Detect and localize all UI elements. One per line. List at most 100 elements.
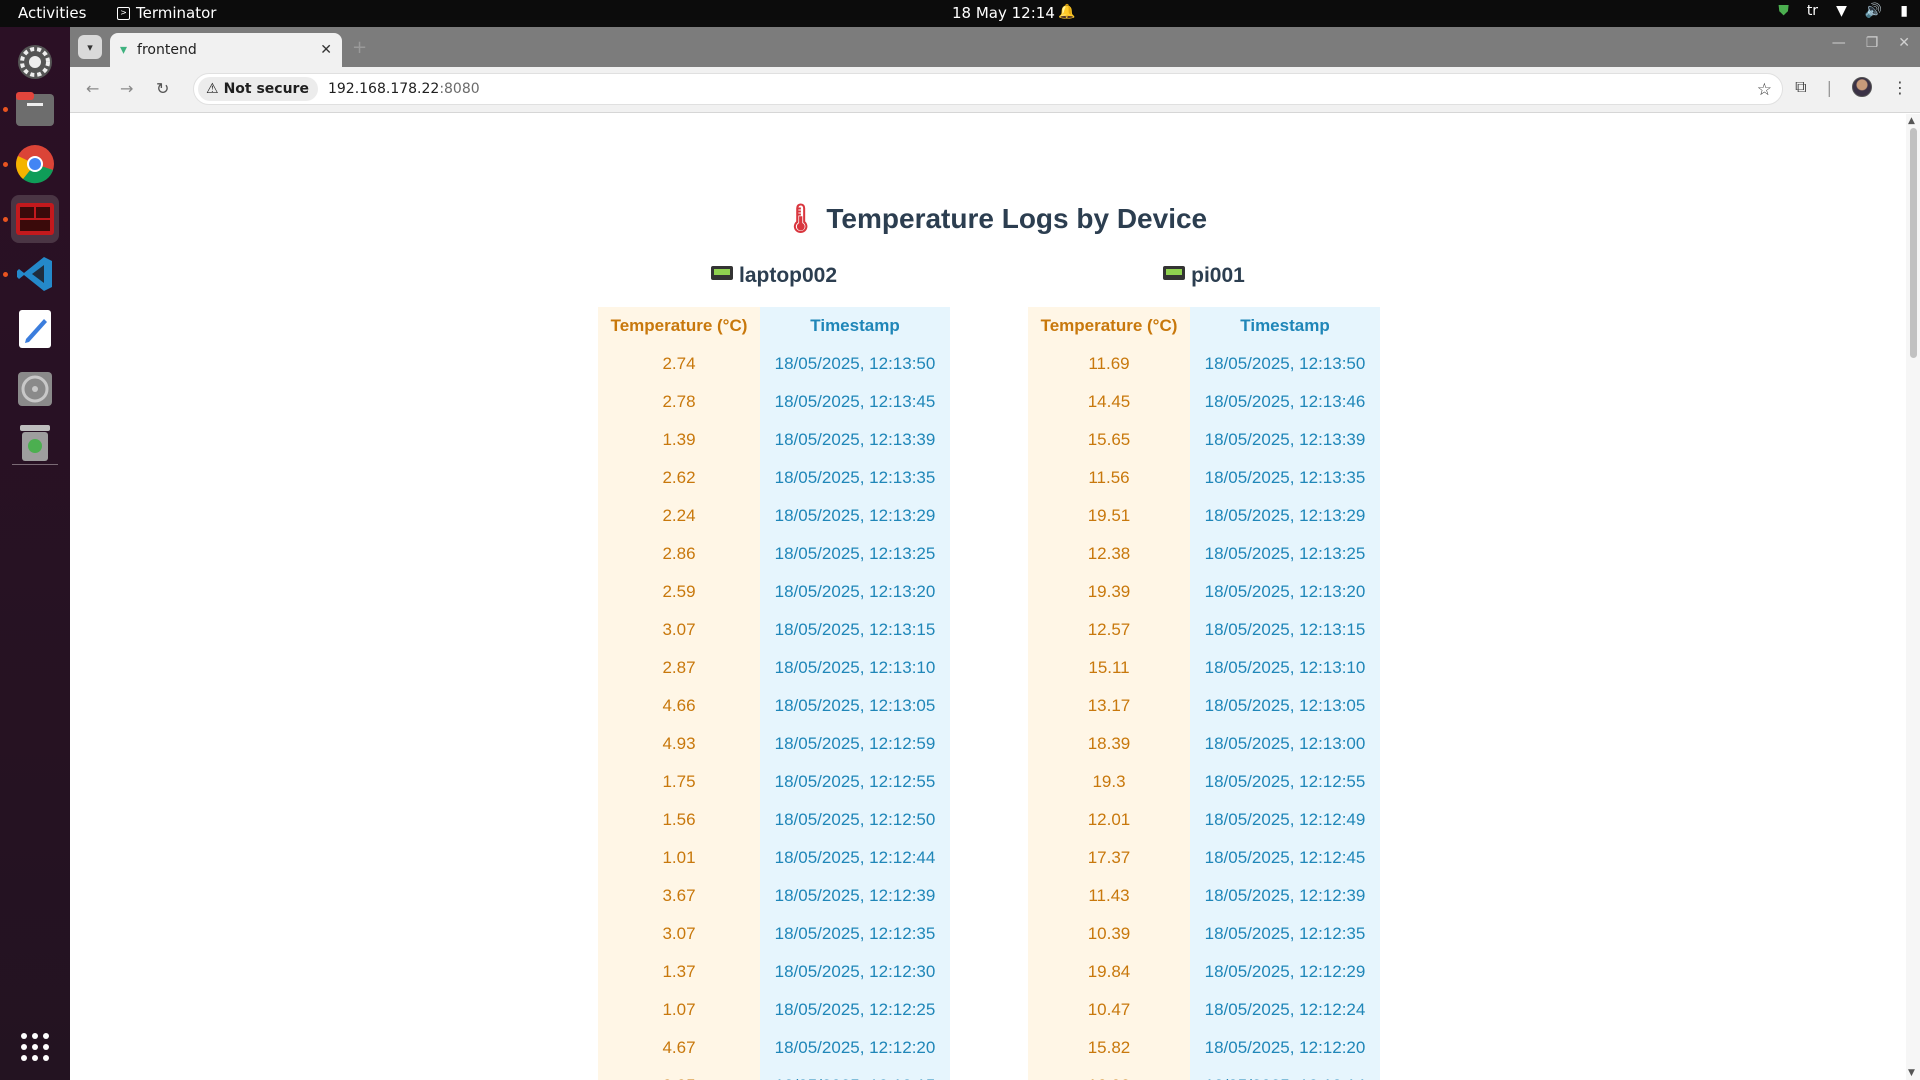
timestamp-cell: 18/05/2025, 12:12:35 <box>1190 915 1380 953</box>
forward-icon[interactable]: → <box>120 79 133 98</box>
temperature-cell: 11.69 <box>1028 345 1190 383</box>
battery-icon[interactable]: ▮ <box>1900 3 1908 19</box>
table-row: 11.56 18/05/2025, 12:13:35 <box>1028 459 1380 497</box>
bookmark-star-icon[interactable]: ☆ <box>1757 80 1772 100</box>
temperature-cell: 19.51 <box>1028 497 1190 535</box>
tab-close-icon[interactable]: ✕ <box>320 42 332 58</box>
device-section-laptop002: laptop002 Temperature (°C) Timestamp 2.7… <box>598 264 950 1080</box>
extensions-icon[interactable]: ⧉ <box>1795 77 1806 97</box>
profile-avatar[interactable] <box>1852 77 1872 97</box>
system-tray[interactable]: ⛊ tr ▼ 🔊 ▮ <box>1778 3 1908 19</box>
table-row: 11.69 18/05/2025, 12:13:50 <box>1028 345 1380 383</box>
temperature-cell: 1.07 <box>598 991 760 1029</box>
table-row: 19.39 18/05/2025, 12:13:20 <box>1028 573 1380 611</box>
chrome-icon[interactable] <box>11 140 59 188</box>
timestamp-cell: 18/05/2025, 12:12:39 <box>760 877 950 915</box>
table-row: 19.84 18/05/2025, 12:12:29 <box>1028 953 1380 991</box>
temperature-table: Temperature (°C) Timestamp 11.69 18/05/20… <box>1028 307 1380 1080</box>
settings-icon[interactable] <box>11 38 59 86</box>
table-row: 18.39 18/05/2025, 12:13:00 <box>1028 725 1380 763</box>
keyboard-layout[interactable]: tr <box>1807 3 1818 19</box>
timestamp-cell: 18/05/2025, 12:13:39 <box>760 421 950 459</box>
timestamp-cell: 18/05/2025, 12:13:39 <box>1190 421 1380 459</box>
device-section-pi001: pi001 Temperature (°C) Timestamp 11.69 18… <box>1028 264 1380 1080</box>
tab-search-button[interactable]: ▾ <box>78 35 102 59</box>
temperature-cell: 11.43 <box>1028 877 1190 915</box>
trash-icon[interactable] <box>11 419 59 467</box>
table-row: 1.75 18/05/2025, 12:12:55 <box>598 763 950 801</box>
wifi-icon[interactable]: ▼ <box>1836 3 1847 19</box>
timestamp-cell: 18/05/2025, 12:12:39 <box>1190 877 1380 915</box>
temperature-cell: 14.45 <box>1028 383 1190 421</box>
timestamp-cell: 18/05/2025, 12:12:15 <box>760 1067 950 1080</box>
minimize-icon[interactable]: — <box>1832 35 1846 51</box>
files-icon[interactable] <box>11 85 59 133</box>
temperature-cell: 1.01 <box>598 839 760 877</box>
timestamp-cell: 18/05/2025, 12:12:55 <box>1190 763 1380 801</box>
table-row: 1.37 18/05/2025, 12:12:30 <box>598 953 950 991</box>
table-row: 1.07 18/05/2025, 12:12:25 <box>598 991 950 1029</box>
temperature-cell: 12.57 <box>1028 611 1190 649</box>
address-bar[interactable]: ⚠ Not secure 192.168.178.22:8080 ☆ <box>193 73 1783 105</box>
text-editor-icon[interactable] <box>11 305 59 353</box>
terminator-small-icon: > <box>117 6 130 20</box>
timestamp-cell: 18/05/2025, 12:12:55 <box>760 763 950 801</box>
notification-bell-icon[interactable]: 🔔 <box>1058 4 1075 20</box>
table-row: 4.66 18/05/2025, 12:13:05 <box>598 687 950 725</box>
temperature-cell: 19.39 <box>1028 573 1190 611</box>
timestamp-cell: 18/05/2025, 12:13:46 <box>1190 383 1380 421</box>
temperature-cell: 2.59 <box>598 573 760 611</box>
activities-button[interactable]: Activities <box>18 4 86 22</box>
temperature-cell: 2.05 <box>598 1067 760 1080</box>
app-grid-icon[interactable] <box>11 1023 59 1071</box>
temperature-cell: 10.47 <box>1028 991 1190 1029</box>
table-row: 16.9218/05/2025, 12:12:14 <box>1028 1067 1380 1080</box>
new-tab-button[interactable]: + <box>352 37 367 58</box>
warning-icon: ⚠ <box>206 81 219 97</box>
temperature-cell: 2.74 <box>598 345 760 383</box>
timestamp-cell: 18/05/2025, 12:12:24 <box>1190 991 1380 1029</box>
table-row: 2.86 18/05/2025, 12:13:25 <box>598 535 950 573</box>
timestamp-cell: 18/05/2025, 12:13:50 <box>760 345 950 383</box>
timestamp-cell: 18/05/2025, 12:13:10 <box>760 649 950 687</box>
pager-icon <box>710 266 733 280</box>
table-row: 2.87 18/05/2025, 12:13:10 <box>598 649 950 687</box>
reload-icon[interactable]: ↻ <box>156 79 169 98</box>
timestamp-cell: 18/05/2025, 12:12:25 <box>760 991 950 1029</box>
scroll-up-icon[interactable]: ▲ <box>1908 116 1915 126</box>
timestamp-cell: 18/05/2025, 12:13:50 <box>1190 345 1380 383</box>
page-scrollbar[interactable]: ▲ ▼ <box>1906 114 1920 1080</box>
temperature-cell: 16.92 <box>1028 1067 1190 1080</box>
timestamp-cell: 18/05/2025, 12:13:35 <box>760 459 950 497</box>
disc-icon[interactable] <box>11 365 59 413</box>
window-close-icon[interactable]: ✕ <box>1898 35 1910 51</box>
clock[interactable]: 18 May 12:14 <box>952 4 1055 22</box>
browser-menu-icon[interactable]: ⋮ <box>1892 78 1908 97</box>
timestamp-cell: 18/05/2025, 12:13:29 <box>760 497 950 535</box>
url-text[interactable]: 192.168.178.22:8080 <box>328 81 480 97</box>
scrollbar-thumb[interactable] <box>1910 128 1917 358</box>
tab-frontend[interactable]: ▾ frontend ✕ <box>110 33 342 67</box>
temperature-cell: 15.11 <box>1028 649 1190 687</box>
browser-toolbar: ← → ↻ ⚠ Not secure 192.168.178.22:8080 ☆… <box>70 67 1920 113</box>
timestamp-cell: 18/05/2025, 12:12:20 <box>1190 1029 1380 1067</box>
terminator-icon[interactable] <box>11 195 59 243</box>
restore-icon[interactable]: ❐ <box>1866 35 1879 51</box>
temperature-cell: 13.17 <box>1028 687 1190 725</box>
shield-icon[interactable]: ⛊ <box>1778 3 1789 19</box>
scroll-down-icon[interactable]: ▼ <box>1908 1068 1915 1078</box>
temperature-cell: 15.82 <box>1028 1029 1190 1067</box>
temperature-cell: 1.39 <box>598 421 760 459</box>
focused-app-menu[interactable]: > Terminator <box>117 4 216 22</box>
volume-icon[interactable]: 🔊 <box>1865 3 1882 19</box>
timestamp-cell: 18/05/2025, 12:13:29 <box>1190 497 1380 535</box>
table-row: 3.67 18/05/2025, 12:12:39 <box>598 877 950 915</box>
temperature-cell: 18.39 <box>1028 725 1190 763</box>
temperature-cell: 3.07 <box>598 915 760 953</box>
pager-icon <box>1163 266 1186 280</box>
security-chip[interactable]: ⚠ Not secure <box>198 77 318 101</box>
table-row: 2.24 18/05/2025, 12:13:29 <box>598 497 950 535</box>
back-icon[interactable]: ← <box>86 79 99 98</box>
vue-favicon-icon: ▾ <box>120 42 128 58</box>
vscode-icon[interactable] <box>11 250 59 298</box>
